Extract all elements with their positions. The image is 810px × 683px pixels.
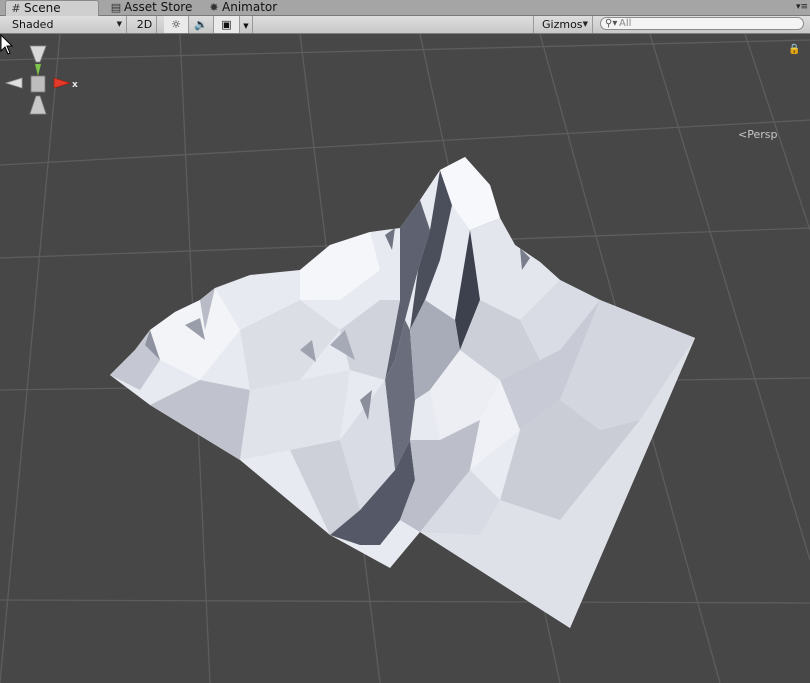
sun-icon: ☼: [171, 18, 181, 31]
tab-asset-store[interactable]: ▤ Asset Store: [106, 0, 202, 15]
chevron-down-icon: ▼: [116, 20, 122, 28]
tab-scene[interactable]: # Scene: [5, 0, 99, 16]
projection-label: Persp: [747, 128, 778, 141]
tab-animator-label: Animator: [222, 0, 278, 14]
chevron-down-icon: ▼: [582, 20, 588, 28]
gizmo-y-axis: [35, 64, 41, 76]
speaker-icon: 🔉: [194, 18, 208, 31]
gizmo-y-cone[interactable]: [29, 45, 47, 63]
gizmos-dropdown[interactable]: Gizmos ▼: [533, 16, 593, 33]
tab-menu-icon[interactable]: ▾≡: [796, 2, 808, 13]
audio-toggle-button[interactable]: 🔉: [189, 16, 214, 33]
mouse-cursor-icon: [0, 34, 14, 55]
search-icon: ⚲▾: [605, 18, 618, 29]
scene-search[interactable]: ⚲▾: [600, 17, 804, 30]
scene-viewport[interactable]: x 🔒 <Persp: [0, 34, 810, 683]
draw-mode-dropdown[interactable]: Shaded ▼: [0, 16, 127, 33]
scene-render: [0, 34, 810, 683]
lighting-toggle-button[interactable]: ☼: [164, 16, 189, 33]
tab-asset-store-label: Asset Store: [124, 0, 193, 14]
gizmos-label: Gizmos: [542, 18, 583, 31]
2d-toggle-button[interactable]: 2D: [133, 16, 157, 33]
effects-toggle-button[interactable]: ▣: [214, 16, 240, 33]
draw-mode-label: Shaded: [12, 18, 54, 31]
gizmo-center-cube[interactable]: [30, 75, 46, 93]
grid-icon: #: [11, 2, 21, 15]
projection-toggle[interactable]: <Persp: [738, 128, 777, 141]
gizmo-neg-y-cone[interactable]: [29, 95, 47, 115]
gizmo-x-label: x: [72, 80, 78, 90]
chevron-down-icon: ▼: [243, 22, 249, 30]
tab-animator[interactable]: ✸ Animator: [204, 0, 288, 15]
chevron-left-icon: <: [738, 128, 748, 141]
gizmo-neg-x-cone[interactable]: [4, 77, 23, 89]
lock-icon[interactable]: 🔒: [788, 44, 800, 55]
terrain-mesh: [110, 157, 695, 628]
tab-bar: # Scene ▤ Asset Store ✸ Animator ▾≡: [0, 0, 810, 16]
search-input[interactable]: [619, 18, 789, 29]
unity-scene-window: # Scene ▤ Asset Store ✸ Animator ▾≡ Shaded …: [0, 0, 810, 683]
image-icon: ▣: [221, 18, 232, 31]
gizmo-x-cone[interactable]: [53, 77, 72, 89]
scene-toolbar: Shaded ▼ 2D ☼ 🔉 ▣ ▼ Gizmos ▼ ⚲▾: [0, 16, 810, 34]
effects-dropdown-button[interactable]: ▼: [240, 16, 253, 33]
bag-icon: ▤: [110, 1, 122, 14]
tab-scene-label: Scene: [24, 1, 61, 15]
animator-icon: ✸: [209, 1, 219, 14]
2d-toggle-label: 2D: [136, 18, 153, 31]
